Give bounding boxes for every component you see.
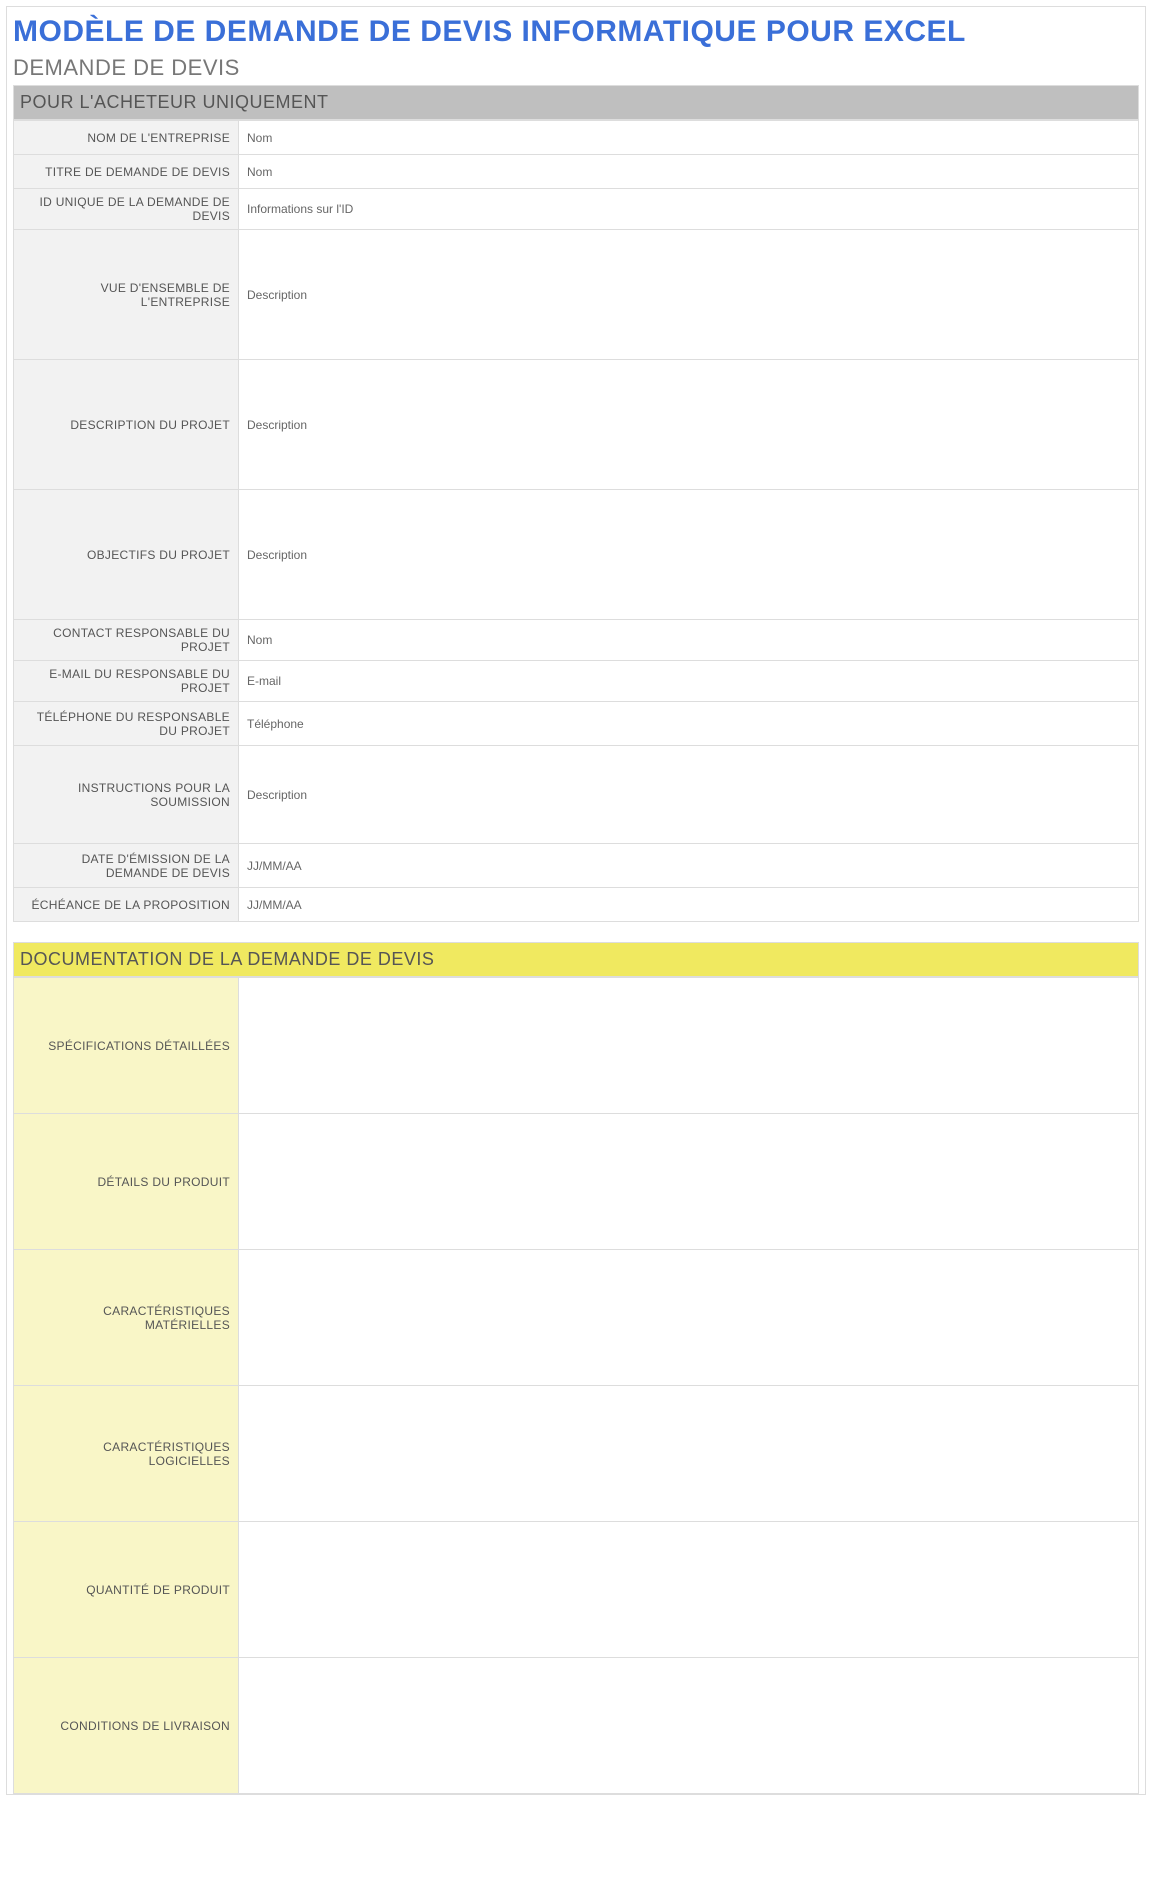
field-value[interactable]: Description	[239, 746, 1139, 844]
field-label: ID UNIQUE DE LA DEMANDE DE DEVIS	[14, 189, 239, 230]
table-row: TÉLÉPHONE DU RESPONSABLE DU PROJETTéléph…	[14, 702, 1139, 746]
field-label: CARACTÉRISTIQUES LOGICIELLES	[14, 1386, 239, 1522]
field-label: TITRE DE DEMANDE DE DEVIS	[14, 155, 239, 189]
field-value[interactable]: Description	[239, 360, 1139, 490]
table-row: CONTACT RESPONSABLE DU PROJETNom	[14, 620, 1139, 661]
field-value[interactable]: JJ/MM/AA	[239, 844, 1139, 888]
field-label: NOM DE L'ENTREPRISE	[14, 121, 239, 155]
buyer-table: NOM DE L'ENTREPRISENomTITRE DE DEMANDE D…	[13, 120, 1139, 922]
field-label: ÉCHÉANCE DE LA PROPOSITION	[14, 888, 239, 922]
table-row: QUANTITÉ DE PRODUIT	[14, 1522, 1139, 1658]
field-label: OBJECTIFS DU PROJET	[14, 490, 239, 620]
table-row: VUE D'ENSEMBLE DE L'ENTREPRISEDescriptio…	[14, 230, 1139, 360]
field-label: E-MAIL DU RESPONSABLE DU PROJET	[14, 661, 239, 702]
table-row: SPÉCIFICATIONS DÉTAILLÉES	[14, 978, 1139, 1114]
table-row: ÉCHÉANCE DE LA PROPOSITIONJJ/MM/AA	[14, 888, 1139, 922]
doc-section-header: DOCUMENTATION DE LA DEMANDE DE DEVIS	[13, 942, 1139, 977]
field-value[interactable]: JJ/MM/AA	[239, 888, 1139, 922]
field-value[interactable]	[239, 1386, 1139, 1522]
field-value[interactable]: Nom	[239, 155, 1139, 189]
document-page: MODÈLE DE DEMANDE DE DEVIS INFORMATIQUE …	[6, 6, 1146, 1795]
field-label: QUANTITÉ DE PRODUIT	[14, 1522, 239, 1658]
field-value[interactable]: Description	[239, 230, 1139, 360]
field-label: INSTRUCTIONS POUR LA SOUMISSION	[14, 746, 239, 844]
table-row: E-MAIL DU RESPONSABLE DU PROJETE-mail	[14, 661, 1139, 702]
field-value[interactable]	[239, 1114, 1139, 1250]
field-label: DESCRIPTION DU PROJET	[14, 360, 239, 490]
field-label: CONDITIONS DE LIVRAISON	[14, 1658, 239, 1794]
buyer-section-header: POUR L'ACHETEUR UNIQUEMENT	[13, 85, 1139, 120]
field-label: TÉLÉPHONE DU RESPONSABLE DU PROJET	[14, 702, 239, 746]
doc-table: SPÉCIFICATIONS DÉTAILLÉESDÉTAILS DU PROD…	[13, 977, 1139, 1794]
field-label: SPÉCIFICATIONS DÉTAILLÉES	[14, 978, 239, 1114]
field-value[interactable]	[239, 1522, 1139, 1658]
table-row: DATE D'ÉMISSION DE LA DEMANDE DE DEVISJJ…	[14, 844, 1139, 888]
table-row: NOM DE L'ENTREPRISENom	[14, 121, 1139, 155]
field-value[interactable]	[239, 978, 1139, 1114]
field-label: DÉTAILS DU PRODUIT	[14, 1114, 239, 1250]
document-title: MODÈLE DE DEMANDE DE DEVIS INFORMATIQUE …	[13, 15, 1139, 49]
table-row: CONDITIONS DE LIVRAISON	[14, 1658, 1139, 1794]
field-value[interactable]	[239, 1658, 1139, 1794]
table-row: DÉTAILS DU PRODUIT	[14, 1114, 1139, 1250]
field-label: CONTACT RESPONSABLE DU PROJET	[14, 620, 239, 661]
table-row: ID UNIQUE DE LA DEMANDE DE DEVISInformat…	[14, 189, 1139, 230]
table-row: CARACTÉRISTIQUES LOGICIELLES	[14, 1386, 1139, 1522]
field-label: DATE D'ÉMISSION DE LA DEMANDE DE DEVIS	[14, 844, 239, 888]
field-value[interactable]: E-mail	[239, 661, 1139, 702]
field-value[interactable]: Informations sur l'ID	[239, 189, 1139, 230]
table-row: INSTRUCTIONS POUR LA SOUMISSIONDescripti…	[14, 746, 1139, 844]
field-label: VUE D'ENSEMBLE DE L'ENTREPRISE	[14, 230, 239, 360]
document-subtitle: DEMANDE DE DEVIS	[13, 55, 1139, 81]
field-value[interactable]: Description	[239, 490, 1139, 620]
field-value[interactable]: Téléphone	[239, 702, 1139, 746]
table-row: CARACTÉRISTIQUES MATÉRIELLES	[14, 1250, 1139, 1386]
field-value[interactable]	[239, 1250, 1139, 1386]
field-value[interactable]: Nom	[239, 620, 1139, 661]
field-value[interactable]: Nom	[239, 121, 1139, 155]
field-label: CARACTÉRISTIQUES MATÉRIELLES	[14, 1250, 239, 1386]
table-row: OBJECTIFS DU PROJETDescription	[14, 490, 1139, 620]
table-row: DESCRIPTION DU PROJETDescription	[14, 360, 1139, 490]
table-row: TITRE DE DEMANDE DE DEVISNom	[14, 155, 1139, 189]
